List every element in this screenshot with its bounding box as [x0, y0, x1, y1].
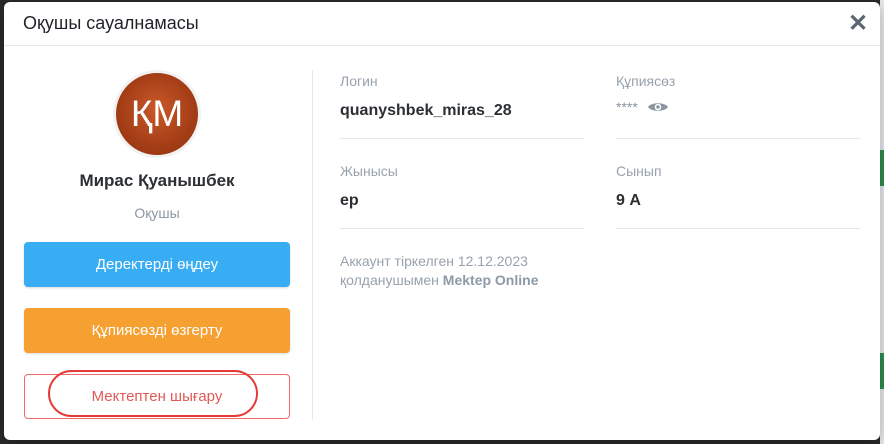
registration-source-line: қолданушымен Mektep Online [340, 271, 630, 290]
registration-source-name: Mektep Online [442, 272, 539, 288]
password-mask: **** [616, 99, 638, 115]
password-divider [616, 138, 860, 139]
login-value: quanyshbek_miras_28 [340, 102, 512, 119]
class-divider [616, 228, 860, 229]
password-label: Құпиясөз [616, 73, 676, 89]
registration-date-text: Аккаунт тіркелген 12.12.2023 [340, 253, 528, 269]
gender-value: ер [340, 192, 359, 209]
password-field: **** [616, 99, 670, 115]
class-label: Сынып [616, 163, 662, 179]
registration-source-prefix: қолданушымен [340, 272, 439, 288]
edit-data-button-label: Деректерді өңдеу [95, 256, 219, 273]
background-green-mark [880, 150, 884, 186]
modal-title: Оқушы сауалнамасы [23, 13, 199, 33]
change-password-button[interactable]: Құпиясөзді өзгерту [24, 308, 290, 353]
edit-data-button[interactable]: Деректерді өңдеу [24, 242, 290, 287]
eye-icon[interactable] [646, 99, 670, 115]
login-label: Логин [340, 73, 378, 89]
class-value: 9 А [616, 192, 641, 209]
page: Оқушы сауалнамасы ✕ ҚМ Мирас Қуанышбек О… [0, 0, 884, 444]
change-password-button-label: Құпиясөзді өзгерту [91, 322, 223, 339]
login-divider [340, 138, 584, 139]
close-icon[interactable]: ✕ [844, 10, 872, 38]
vertical-divider [312, 70, 313, 420]
student-profile-modal: Оқушы сауалнамасы ✕ ҚМ Мирас Қуанышбек О… [4, 2, 880, 440]
modal-header: Оқушы сауалнамасы ✕ [4, 2, 880, 46]
student-role: Оқушы [134, 205, 180, 221]
student-name: Мирас Қуанышбек [79, 171, 235, 190]
account-registration-note: Аккаунт тіркелген 12.12.2023 қолданушыме… [340, 252, 630, 290]
remove-from-school-button-label: Мектептен шығару [91, 388, 223, 405]
gender-label: Жынысы [340, 163, 398, 179]
gender-divider [340, 228, 584, 229]
avatar: ҚМ [113, 70, 201, 158]
profile-panel: ҚМ Мирас Қуанышбек Оқушы Деректерді өңде… [24, 46, 290, 440]
remove-from-school-button[interactable]: Мектептен шығару [24, 374, 290, 419]
background-green-mark [880, 353, 884, 389]
modal-body: ҚМ Мирас Қуанышбек Оқушы Деректерді өңде… [4, 46, 880, 440]
